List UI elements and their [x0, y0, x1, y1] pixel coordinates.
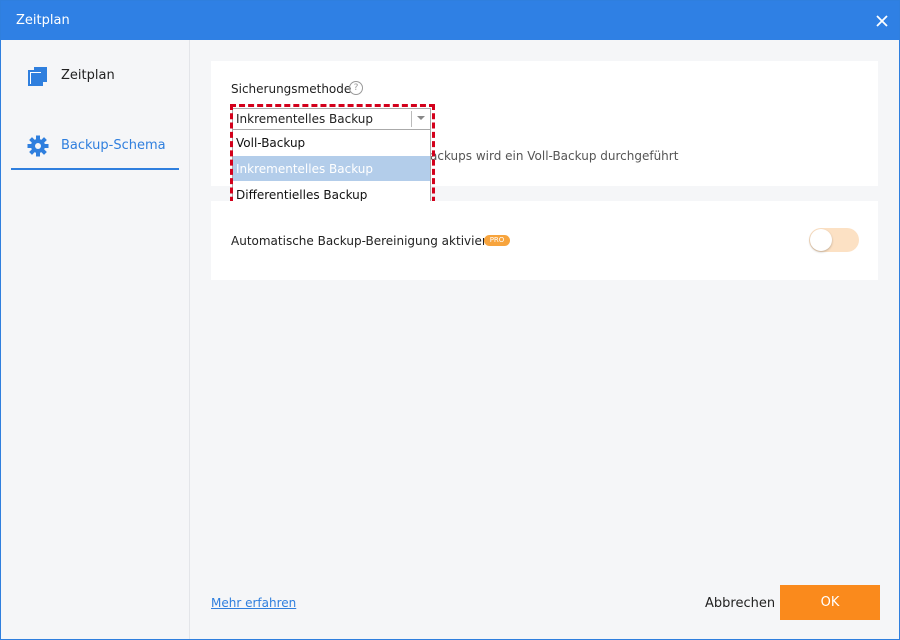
learn-more-link[interactable]: Mehr erfahren — [211, 596, 296, 610]
sidebar-item-zeitplan[interactable]: Zeitplan — [11, 54, 179, 98]
auto-cleanup-label: Automatische Backup-Bereinigung aktivier… — [231, 234, 502, 248]
sidebar-item-label: Zeitplan — [61, 68, 115, 83]
main-content: Sicherungsmethode ? ackups wird ein Voll… — [190, 40, 899, 639]
option-label: Inkrementelles Backup — [236, 162, 374, 176]
close-icon[interactable] — [871, 10, 893, 32]
select-separator — [411, 111, 412, 127]
option-inkrementelles-backup[interactable]: Inkrementelles Backup — [233, 156, 430, 181]
backup-method-select[interactable]: Inkrementelles Backup — [232, 108, 431, 130]
schedule-icon — [28, 67, 47, 86]
option-voll-backup[interactable]: Voll-Backup — [233, 130, 430, 155]
title-bar: Zeitplan — [1, 1, 899, 40]
dialog-window: Zeitplan Zeitplan Backup-Schema Sicherun… — [0, 0, 900, 640]
cleanup-card: Automatische Backup-Bereinigung aktivier… — [211, 201, 878, 280]
sidebar-item-backup-schema[interactable]: Backup-Schema — [11, 124, 179, 170]
option-label: Voll-Backup — [236, 136, 306, 150]
window-title: Zeitplan — [16, 13, 70, 28]
gear-icon — [27, 135, 49, 157]
sidebar-item-label: Backup-Schema — [61, 138, 166, 153]
chevron-down-icon[interactable] — [416, 113, 426, 123]
sidebar: Zeitplan Backup-Schema — [1, 40, 190, 639]
option-label: Differentielles Backup — [236, 188, 368, 202]
toggle-knob — [810, 229, 832, 251]
pro-badge: PRO — [484, 235, 510, 246]
method-hint-text: ackups wird ein Voll-Backup durchgeführt — [430, 149, 679, 163]
help-icon[interactable]: ? — [349, 81, 363, 95]
cancel-button[interactable]: Abbrechen — [705, 596, 775, 611]
backup-method-label: Sicherungsmethode — [231, 82, 352, 96]
backup-method-card: Sicherungsmethode ? ackups wird ein Voll… — [211, 61, 878, 212]
backup-method-dropdown: Voll-Backup Inkrementelles Backup Differ… — [232, 130, 431, 208]
ok-button[interactable]: OK — [780, 585, 880, 620]
auto-cleanup-toggle[interactable] — [809, 228, 859, 252]
select-value: Inkrementelles Backup — [236, 112, 374, 126]
